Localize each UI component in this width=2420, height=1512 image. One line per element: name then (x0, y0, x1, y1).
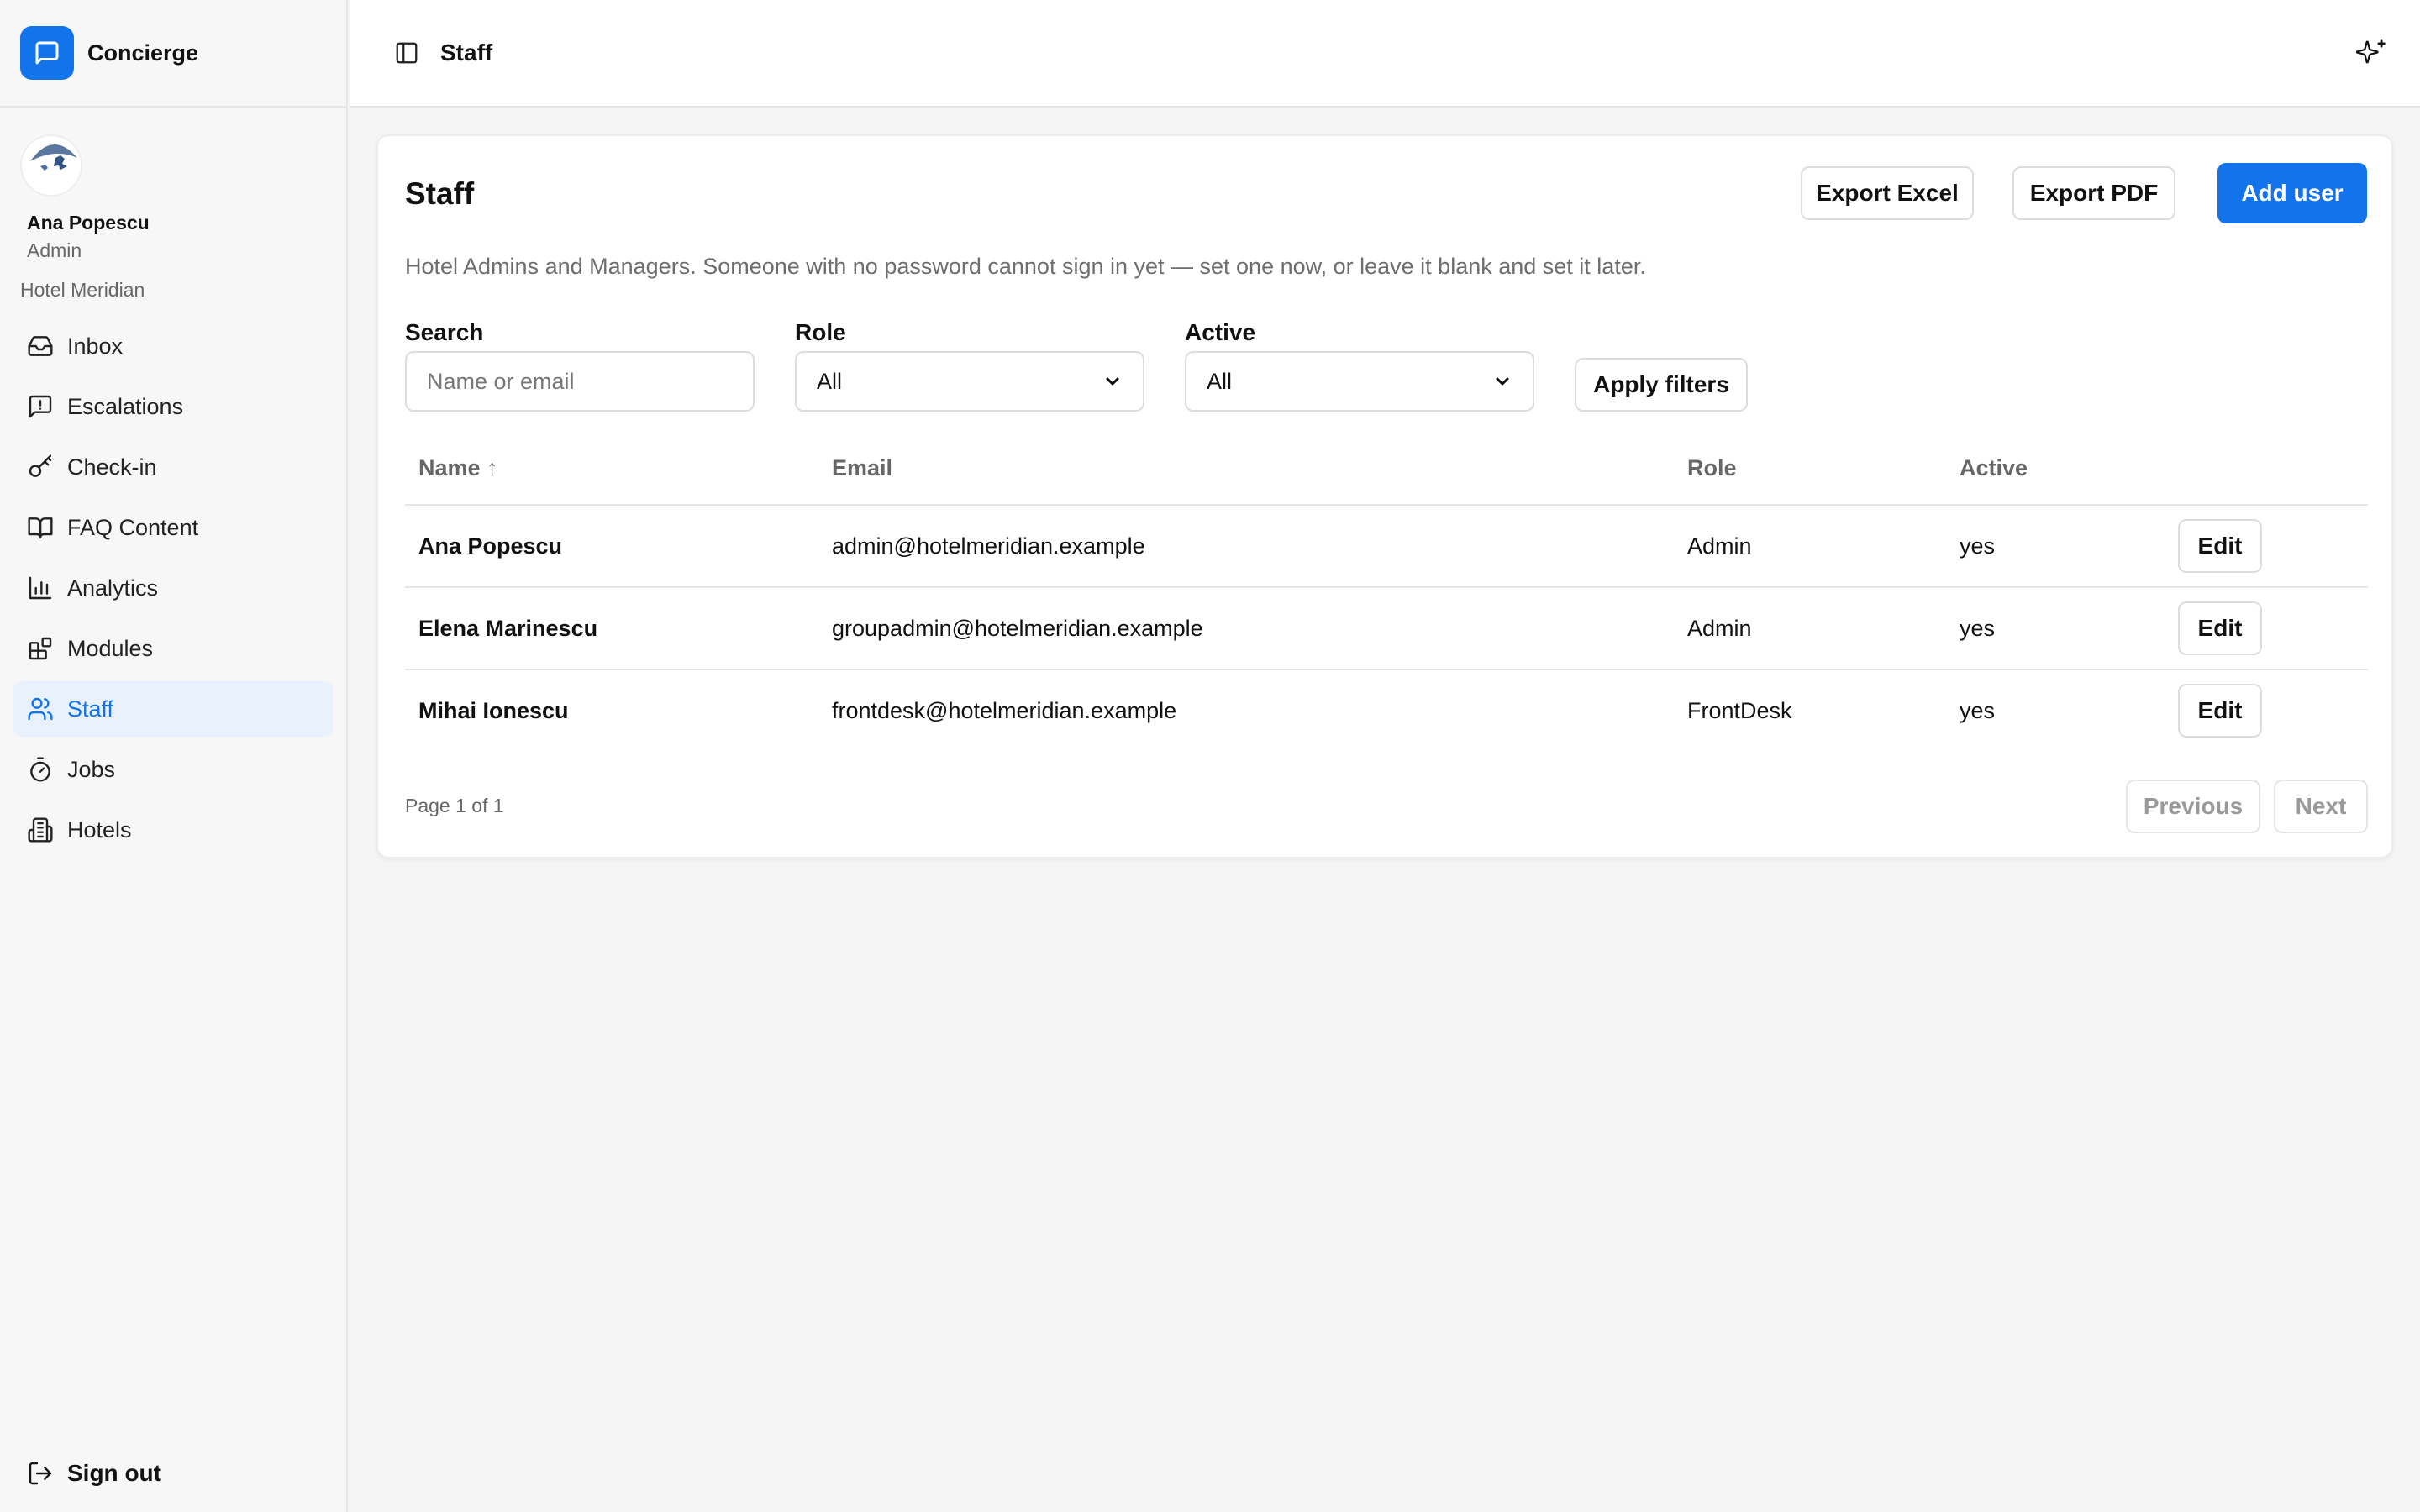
profile: Ana Popescu Admin Hotel Meridian (0, 108, 346, 302)
bar-chart-icon (29, 576, 52, 600)
assistant-button[interactable] (2355, 37, 2390, 71)
sidebar-item-faq-content[interactable]: FAQ Content (13, 500, 333, 555)
page-indicator: Page 1 of 1 (405, 795, 504, 816)
search-label: Search (405, 319, 484, 345)
cell-active: yes (1960, 533, 1996, 559)
sidebar-item-label: Hotels (67, 816, 132, 843)
sidebar-item-inbox[interactable]: Inbox (13, 318, 333, 374)
app-root: Concierge Ana Popescu Admin Hotel Meridi… (0, 0, 2420, 1512)
book-icon (28, 517, 53, 539)
page-description: Hotel Admins and Managers. Someone with … (405, 254, 1646, 279)
panel-left-icon (396, 42, 418, 64)
active-select[interactable]: All (1185, 351, 1534, 412)
sidebar-toggle-button[interactable] (392, 38, 422, 68)
sign-out-label: Sign out (67, 1460, 161, 1486)
cell-active: yes (1960, 615, 1996, 641)
sidebar-item-label: FAQ Content (67, 514, 199, 540)
active-label: Active (1185, 319, 1256, 345)
cell-name: Mihai Ionescu (418, 697, 569, 723)
sidebar-item-label: Check-in (67, 454, 157, 480)
sidebar-item-analytics[interactable]: Analytics (13, 560, 333, 616)
sparkles-icon (2355, 39, 2386, 64)
app-name: Concierge (87, 39, 199, 66)
users-icon (28, 697, 53, 721)
cell-role: Admin (1687, 533, 1752, 559)
cell-active: yes (1960, 697, 1996, 723)
cell-role: Admin (1687, 615, 1752, 641)
profile-name: Ana Popescu (27, 212, 150, 234)
sidebar-item-escalations[interactable]: Escalations (13, 379, 333, 434)
column-header-email: Email (832, 455, 893, 480)
add-user-button[interactable]: Add user (2217, 163, 2367, 223)
next-page-button[interactable]: Next (2274, 780, 2368, 833)
timer-icon (30, 757, 50, 782)
cell-name: Ana Popescu (418, 533, 563, 559)
column-header-name[interactable]: Name ↑ (418, 455, 498, 481)
cell-name: Elena Marinescu (418, 615, 598, 641)
edit-button[interactable]: Edit (2178, 519, 2262, 573)
sidebar-item-label: Staff (67, 696, 114, 722)
profile-role: Admin (27, 239, 82, 261)
sidebar-item-label: Analytics (67, 575, 159, 601)
page-breadcrumb: Staff (440, 39, 493, 66)
column-header-role: Role (1687, 455, 1737, 480)
cell-email: frontdesk@hotelmeridian.example (832, 697, 1177, 723)
hotel-name: Hotel Meridian (20, 279, 145, 301)
brand[interactable]: Concierge (0, 0, 346, 108)
cell-email: admin@hotelmeridian.example (832, 533, 1145, 559)
sidebar-item-hotels[interactable]: Hotels (13, 802, 333, 858)
export-pdf-button[interactable]: Export PDF (2012, 166, 2175, 220)
sidebar-item-label: Jobs (67, 756, 116, 782)
search-field (405, 351, 755, 412)
previous-page-button[interactable]: Previous (2126, 780, 2260, 833)
cell-email: groupadmin@hotelmeridian.example (832, 615, 1203, 641)
sidebar-item-jobs[interactable]: Jobs (13, 742, 333, 797)
sign-out-button[interactable]: Sign out (27, 1460, 161, 1487)
chevron-down-icon (1106, 377, 1119, 386)
role-label: Role (795, 319, 846, 345)
sidebar-item-check-in[interactable]: Check-in (13, 439, 333, 495)
building-icon (28, 817, 53, 843)
blocks-icon (29, 637, 52, 660)
apply-filters-button[interactable]: Apply filters (1575, 358, 1748, 412)
chat-bubble-icon (20, 26, 74, 80)
table-row: Elena Marinescu groupadmin@hotelmeridian… (405, 586, 2368, 669)
sidebar-item-label: Escalations (67, 393, 184, 419)
role-select-value: All (817, 368, 843, 394)
table-row: Ana Popescu admin@hotelmeridian.example … (405, 504, 2368, 586)
active-select-value: All (1207, 368, 1233, 394)
avatar (20, 134, 82, 197)
column-header-active: Active (1960, 455, 2028, 480)
cell-role: FrontDesk (1687, 697, 1792, 723)
message-alert-icon (29, 395, 52, 418)
staff-card: Staff Export Excel Export PDF Add user H… (376, 134, 2393, 858)
table-row: Mihai Ionescu frontdesk@hotelmeridian.ex… (405, 669, 2368, 751)
inbox-icon (28, 336, 53, 356)
export-excel-button[interactable]: Export Excel (1801, 166, 1974, 220)
top-bar: Staff (350, 0, 2420, 108)
role-select[interactable]: All (795, 351, 1144, 412)
sidebar-nav: Inbox Escalations Check-in FAQ Content A… (0, 318, 346, 858)
log-out-icon (29, 1462, 52, 1485)
sidebar: Concierge Ana Popescu Admin Hotel Meridi… (0, 0, 348, 1512)
page-title: Staff (405, 176, 475, 211)
sidebar-item-label: Modules (67, 635, 154, 661)
edit-button[interactable]: Edit (2178, 684, 2262, 738)
chevron-down-icon (1496, 377, 1509, 386)
sidebar-item-modules[interactable]: Modules (13, 621, 333, 676)
edit-button[interactable]: Edit (2178, 601, 2262, 655)
sidebar-item-staff[interactable]: Staff (13, 681, 333, 737)
key-icon (29, 454, 52, 477)
sidebar-item-label: Inbox (67, 333, 124, 359)
search-input[interactable] (427, 368, 733, 395)
